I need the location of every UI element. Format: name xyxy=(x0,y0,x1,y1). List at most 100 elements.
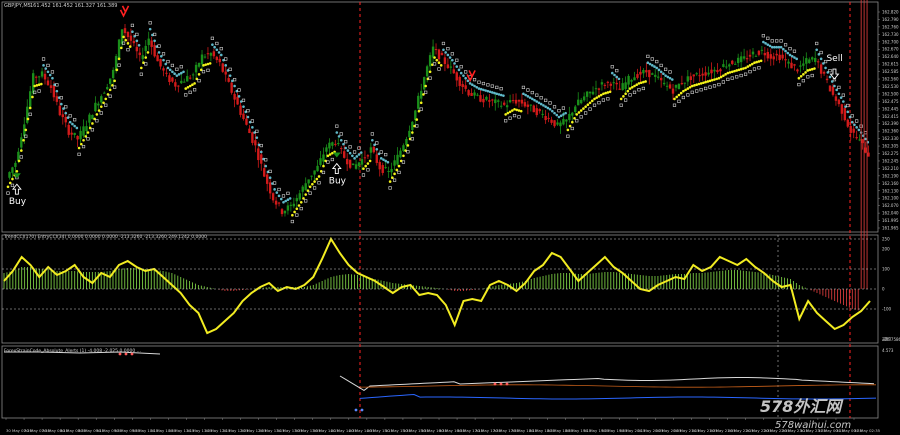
ftd-marker xyxy=(493,382,497,386)
candle-body xyxy=(277,202,281,204)
candle-body xyxy=(8,172,11,178)
ftd-tick-label: 296.7586 xyxy=(882,337,900,342)
trend-dot xyxy=(171,70,174,74)
candle-body xyxy=(132,40,136,44)
candle-body xyxy=(624,82,627,89)
trend-dot xyxy=(626,89,630,93)
trend-dot xyxy=(279,197,283,201)
candle-body xyxy=(236,96,239,105)
candle-body xyxy=(659,77,663,81)
candle-body xyxy=(523,102,527,107)
trend-dot xyxy=(453,62,456,65)
candle-body xyxy=(808,59,811,64)
candle-body xyxy=(609,83,613,86)
candle-body xyxy=(571,112,574,116)
trend-dot xyxy=(746,65,750,68)
candle-body xyxy=(867,152,870,157)
trend-dot xyxy=(499,93,503,97)
trend-dot xyxy=(622,95,625,98)
trend-dot xyxy=(502,94,505,97)
candle-body xyxy=(781,54,784,59)
candle-body xyxy=(642,69,645,74)
trend-dot xyxy=(675,95,679,99)
candle-body xyxy=(100,96,103,103)
trend-dot xyxy=(259,150,263,154)
trend-dot xyxy=(51,76,54,80)
price-tick-label: 162.100 xyxy=(882,196,899,201)
candle-body xyxy=(618,88,621,90)
trend-dot xyxy=(610,71,614,75)
candle-body xyxy=(31,73,35,94)
trend-dot xyxy=(537,101,541,105)
candle-body xyxy=(452,69,456,74)
candle-body xyxy=(491,99,494,101)
trend-dot xyxy=(864,137,867,141)
price-tick-label: 162.040 xyxy=(882,211,899,216)
candle-body xyxy=(458,76,461,86)
trend-dot xyxy=(393,172,396,176)
trend-dot xyxy=(666,75,670,79)
trend-dot xyxy=(493,91,496,95)
candle-body xyxy=(793,64,796,66)
price-tick-label: 162.390 xyxy=(882,121,899,126)
candle-body xyxy=(411,121,414,130)
trend-dot xyxy=(619,97,623,101)
candle-body xyxy=(390,168,393,173)
trend-dot xyxy=(188,84,192,88)
trend-dot xyxy=(128,45,132,48)
candle-body xyxy=(612,82,615,84)
candle-body xyxy=(260,154,263,164)
trend-dot xyxy=(599,93,603,97)
candle-body xyxy=(340,148,343,150)
price-tick-label: 162.305 xyxy=(882,144,899,149)
trend-dot xyxy=(228,74,232,77)
trend-dot xyxy=(797,76,801,80)
candle-body xyxy=(180,80,183,84)
candle-body xyxy=(464,85,467,89)
trend-dot xyxy=(213,45,216,49)
candle-body xyxy=(144,45,147,52)
candle-body xyxy=(34,76,38,78)
candle-body xyxy=(636,74,639,78)
trend-dot xyxy=(484,89,487,92)
trend-dot xyxy=(353,157,356,160)
candle-body xyxy=(11,167,14,173)
candle-body xyxy=(289,204,293,206)
trend-dot xyxy=(526,95,530,98)
trend-dot xyxy=(748,64,752,67)
candle-body xyxy=(186,76,189,82)
candle-body xyxy=(843,108,847,121)
trend-dot xyxy=(193,82,196,85)
candle-body xyxy=(751,51,755,55)
trend-dot xyxy=(790,54,794,58)
candle-body xyxy=(852,128,855,133)
trend-dot xyxy=(477,87,481,90)
candle-body xyxy=(686,76,690,82)
trend-dot xyxy=(464,76,467,80)
trend-dot xyxy=(504,113,507,116)
trend-dot xyxy=(482,88,485,92)
candle-body xyxy=(254,140,257,146)
candle-body xyxy=(662,82,666,85)
ftd-marker xyxy=(124,352,128,356)
trend-dot xyxy=(282,200,285,204)
trend-dot xyxy=(11,177,14,181)
trend-dot xyxy=(297,204,301,207)
candle-body xyxy=(657,76,660,78)
trend-dot xyxy=(68,120,72,124)
trend-dot xyxy=(397,164,401,168)
candle-body xyxy=(191,74,195,76)
candle-body xyxy=(61,114,65,118)
trend-dot xyxy=(442,48,445,52)
candle-body xyxy=(532,105,535,113)
candle-body xyxy=(648,69,651,78)
candle-body xyxy=(707,72,710,75)
trend-dot xyxy=(135,39,139,43)
candle-body xyxy=(544,115,547,121)
candle-body xyxy=(354,164,358,169)
trend-dot xyxy=(708,79,712,83)
candle-body xyxy=(396,154,399,165)
trend-dot xyxy=(95,113,99,116)
trend-dot xyxy=(191,83,194,86)
candle-body xyxy=(828,85,832,92)
